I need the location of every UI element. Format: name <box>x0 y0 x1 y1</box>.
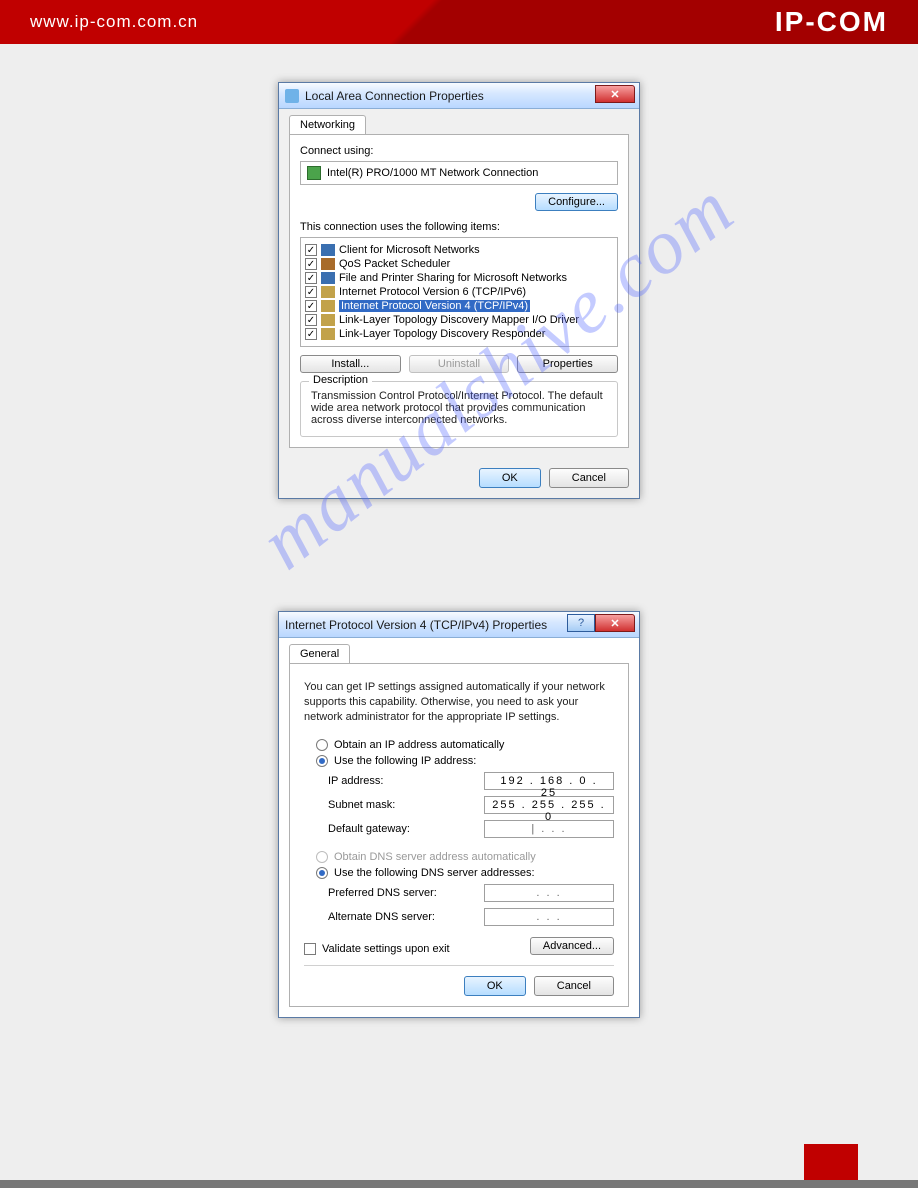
checkbox-icon[interactable]: ✓ <box>305 328 317 340</box>
configure-button[interactable]: Configure... <box>535 193 618 211</box>
radio-label: Obtain DNS server address automatically <box>334 851 536 863</box>
ipv4-properties-dialog: Internet Protocol Version 4 (TCP/IPv4) P… <box>278 611 640 1018</box>
header-url: www.ip-com.com.cn <box>30 12 198 32</box>
item-label: QoS Packet Scheduler <box>339 258 450 270</box>
ok-button[interactable]: OK <box>464 976 526 996</box>
items-label: This connection uses the following items… <box>300 221 618 233</box>
proto-icon <box>321 300 335 312</box>
preferred-dns-label: Preferred DNS server: <box>328 887 437 899</box>
default-gateway-label: Default gateway: <box>328 823 410 835</box>
checkbox-icon[interactable]: ✓ <box>305 300 317 312</box>
validate-checkbox-row[interactable]: Validate settings upon exit <box>304 943 450 955</box>
subnet-mask-label: Subnet mask: <box>328 799 395 811</box>
alternate-dns-label: Alternate DNS server: <box>328 911 435 923</box>
checkbox-icon[interactable]: ✓ <box>305 244 317 256</box>
item-label: Link-Layer Topology Discovery Responder <box>339 328 545 340</box>
footer-accent <box>804 1144 858 1180</box>
checkbox-icon <box>304 943 316 955</box>
adapter-box: Intel(R) PRO/1000 MT Network Connection <box>300 161 618 185</box>
install-button[interactable]: Install... <box>300 355 401 373</box>
radio-icon <box>316 851 328 863</box>
radio-auto-dns: Obtain DNS server address automatically <box>304 849 614 865</box>
preferred-dns-input[interactable]: . . . <box>484 884 614 902</box>
list-item[interactable]: ✓ Link-Layer Topology Discovery Responder <box>305 327 613 341</box>
radio-icon <box>316 867 328 879</box>
item-label: Internet Protocol Version 6 (TCP/IPv6) <box>339 286 526 298</box>
radio-label: Use the following DNS server addresses: <box>334 867 535 879</box>
properties-button[interactable]: Properties <box>517 355 618 373</box>
help-icon[interactable]: ? <box>567 614 595 632</box>
tab-networking[interactable]: Networking <box>289 115 366 134</box>
ip-address-label: IP address: <box>328 775 383 787</box>
radio-label: Use the following IP address: <box>334 755 476 767</box>
list-item[interactable]: ✓ Internet Protocol Version 4 (TCP/IPv4) <box>305 299 613 313</box>
subnet-mask-input[interactable]: 255 . 255 . 255 . 0 <box>484 796 614 814</box>
list-item[interactable]: ✓ Internet Protocol Version 6 (TCP/IPv6) <box>305 285 613 299</box>
radio-label: Obtain an IP address automatically <box>334 739 504 751</box>
list-item[interactable]: ✓ Client for Microsoft Networks <box>305 243 613 257</box>
radio-static-dns[interactable]: Use the following DNS server addresses: <box>304 865 614 881</box>
item-label: Link-Layer Topology Discovery Mapper I/O… <box>339 314 579 326</box>
close-icon[interactable]: ✕ <box>595 85 635 103</box>
default-gateway-input[interactable]: | . . . <box>484 820 614 838</box>
alternate-dns-input[interactable]: . . . <box>484 908 614 926</box>
radio-auto-ip[interactable]: Obtain an IP address automatically <box>304 737 614 753</box>
proto-icon <box>321 286 335 298</box>
header-band: www.ip-com.com.cn IP-COM <box>0 0 918 44</box>
radio-static-ip[interactable]: Use the following IP address: <box>304 753 614 769</box>
checkbox-icon[interactable]: ✓ <box>305 272 317 284</box>
footer-band <box>0 1180 918 1188</box>
description-group-label: Description <box>309 374 372 386</box>
net-icon <box>321 244 335 256</box>
proto-icon <box>321 314 335 326</box>
checkbox-icon[interactable]: ✓ <box>305 258 317 270</box>
nic-icon <box>307 166 321 180</box>
item-label: Internet Protocol Version 4 (TCP/IPv4) <box>339 300 530 312</box>
list-item[interactable]: ✓ QoS Packet Scheduler <box>305 257 613 271</box>
dialog-title: Local Area Connection Properties <box>305 89 484 103</box>
checkbox-icon[interactable]: ✓ <box>305 314 317 326</box>
list-item[interactable]: ✓ Link-Layer Topology Discovery Mapper I/… <box>305 313 613 327</box>
connection-properties-dialog: Local Area Connection Properties ✕ Netwo… <box>278 82 640 499</box>
cancel-button[interactable]: Cancel <box>534 976 614 996</box>
uninstall-button: Uninstall <box>409 355 510 373</box>
item-label: File and Printer Sharing for Microsoft N… <box>339 272 567 284</box>
close-icon[interactable]: ✕ <box>595 614 635 632</box>
titlebar[interactable]: Local Area Connection Properties ✕ <box>279 83 639 109</box>
tab-general[interactable]: General <box>289 644 350 663</box>
items-list[interactable]: ✓ Client for Microsoft Networks ✓ QoS Packe… <box>300 237 618 347</box>
nic-name: Intel(R) PRO/1000 MT Network Connection <box>327 167 538 179</box>
item-label: Client for Microsoft Networks <box>339 244 480 256</box>
ok-button[interactable]: OK <box>479 468 541 488</box>
radio-icon <box>316 739 328 751</box>
description-text: Transmission Control Protocol/Internet P… <box>311 390 607 426</box>
cancel-button[interactable]: Cancel <box>549 468 629 488</box>
list-item[interactable]: ✓ File and Printer Sharing for Microsoft … <box>305 271 613 285</box>
proto-icon <box>321 328 335 340</box>
network-icon <box>285 89 299 103</box>
net-icon <box>321 272 335 284</box>
dialog-title: Internet Protocol Version 4 (TCP/IPv4) P… <box>285 618 547 632</box>
validate-label: Validate settings upon exit <box>322 943 450 955</box>
advanced-button[interactable]: Advanced... <box>530 937 614 955</box>
titlebar[interactable]: Internet Protocol Version 4 (TCP/IPv4) P… <box>279 612 639 638</box>
checkbox-icon[interactable]: ✓ <box>305 286 317 298</box>
radio-icon <box>316 755 328 767</box>
qos-icon <box>321 258 335 270</box>
instructions-text: You can get IP settings assigned automat… <box>304 680 614 725</box>
brand-logo: IP-COM <box>775 6 888 38</box>
ip-address-input[interactable]: 192 . 168 . 0 . 25 <box>484 772 614 790</box>
connect-using-label: Connect using: <box>300 145 618 157</box>
